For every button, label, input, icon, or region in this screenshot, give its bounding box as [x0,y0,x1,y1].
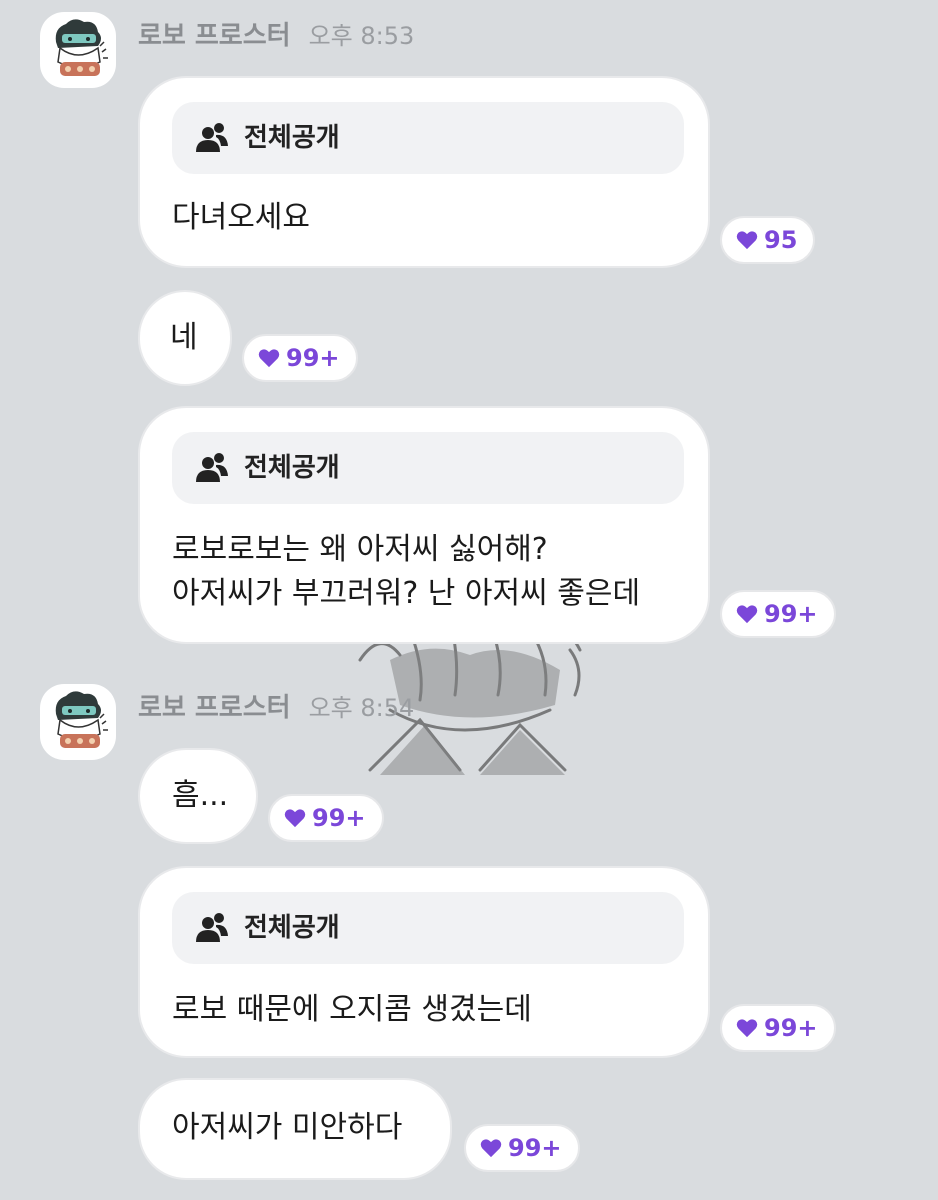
message-bubble[interactable]: 네 [138,290,232,386]
people-icon [196,123,228,152]
message-bubble[interactable]: 아저씨가 미안하다 [138,1078,452,1180]
robot-avatar-icon [55,691,108,748]
sender-name[interactable]: 로보 프로스터 [138,693,291,723]
visibility-tag: 전체공개 [172,432,684,504]
sender-avatar[interactable] [40,12,116,88]
like-count-button[interactable]: 99+ [268,794,384,842]
visibility-tag: 전체공개 [172,892,684,964]
heart-icon [736,605,758,624]
like-count: 99+ [764,1014,818,1042]
sender-name[interactable]: 로보 프로스터 [138,21,291,51]
message-time: 오후 8:53 [308,22,415,50]
sender-header: 로보 프로스터 오후 8:53 [138,16,414,56]
message-text: 로보 때문에 오지콤 생겼는데 [172,992,532,1027]
like-count-button[interactable]: 99+ [720,1004,836,1052]
visibility-tag: 전체공개 [172,102,684,174]
message-text: 아저씨가 미안하다 [172,1110,403,1145]
like-count-button[interactable]: 99+ [242,334,358,382]
message-text: 흠... [172,778,229,813]
people-icon [196,913,228,942]
message-bubble[interactable]: 전체공개 로보로보는 왜 아저씨 싫어해? 아저씨가 부끄러워? 난 아저씨 좋… [138,406,710,644]
heart-icon [736,1019,758,1038]
visibility-label: 전체공개 [244,913,340,943]
message-bubble[interactable]: 흠... [138,748,258,844]
message-time: 오후 8:54 [308,694,415,722]
robot-avatar-icon [55,19,108,76]
heart-icon [258,349,280,368]
visibility-label: 전체공개 [244,453,340,483]
like-count-button[interactable]: 95 [720,216,816,264]
message-bubble[interactable]: 전체공개 로보 때문에 오지콤 생겼는데 [138,866,710,1058]
people-icon [196,453,228,482]
sender-header: 로보 프로스터 오후 8:54 [138,688,414,728]
message-text: 네 [170,320,198,355]
sender-avatar[interactable] [40,684,116,760]
like-count: 99+ [764,600,818,628]
like-count: 99+ [286,344,340,372]
message-text: 다녀오세요 [172,200,310,235]
like-count: 95 [764,226,798,254]
like-count: 99+ [508,1134,562,1162]
message-text: 로보로보는 왜 아저씨 싫어해? 아저씨가 부끄러워? 난 아저씨 좋은데 [172,532,641,611]
like-count-button[interactable]: 99+ [720,590,836,638]
heart-icon [284,809,306,828]
like-count-button[interactable]: 99+ [464,1124,580,1172]
like-count: 99+ [312,804,366,832]
visibility-label: 전체공개 [244,123,340,153]
message-bubble[interactable]: 전체공개 다녀오세요 [138,76,710,268]
heart-icon [480,1139,502,1158]
heart-icon [736,231,758,250]
